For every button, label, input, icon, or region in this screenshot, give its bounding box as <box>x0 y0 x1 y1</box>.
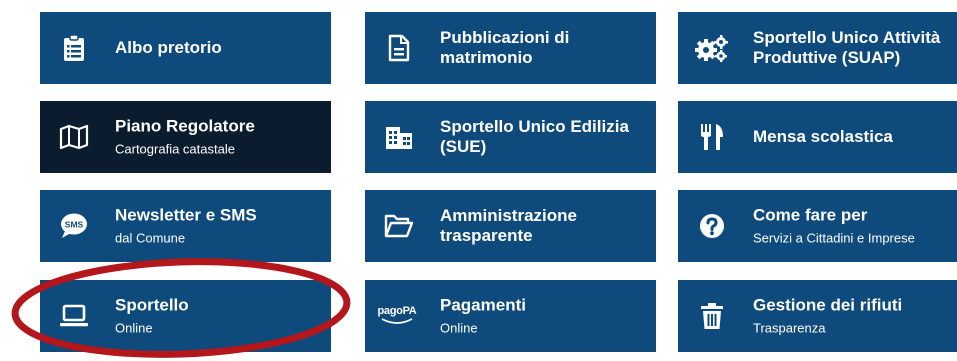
tile-title: Mensa scolastica <box>753 127 893 146</box>
tile-albo-pretorio[interactable]: Albo pretorio <box>40 12 331 84</box>
buildings-icon <box>381 119 417 155</box>
tile-come-fare-per[interactable]: Come fare per Servizi a Cittadini e Impr… <box>678 190 957 262</box>
tile-text: Piano Regolatore Cartografia catastale <box>115 117 321 158</box>
pagopa-logo-text: pagoPA <box>377 305 417 317</box>
tile-sportello-online[interactable]: Sportello Online <box>40 280 331 352</box>
tile-title: Sportello Unico Edilizia (SUE) <box>440 117 629 156</box>
tile-subtitle: dal Comune <box>115 230 186 246</box>
tile-subtitle: Trasparenza <box>753 320 826 336</box>
clipboard-list-icon <box>56 30 92 66</box>
tile-text: Amministrazione trasparente <box>440 206 646 246</box>
tile-suap[interactable]: Sportello Unico Attività Produttive (SUA… <box>678 12 957 84</box>
tile-title: Sportello Unico Attività Produttive (SUA… <box>753 28 941 67</box>
folder-open-icon <box>381 208 417 244</box>
tile-text: Sportello Online <box>115 296 321 337</box>
tile-mensa-scolastica[interactable]: Mensa scolastica <box>678 101 957 173</box>
tile-text: Pagamenti Online <box>440 296 646 337</box>
tile-gestione-rifiuti[interactable]: Gestione dei rifiuti Trasparenza <box>678 280 957 352</box>
question-circle-icon <box>694 208 730 244</box>
tile-text: Sportello Unico Attività Produttive (SUA… <box>753 28 957 68</box>
tile-piano-regolatore[interactable]: Piano Regolatore Cartografia catastale <box>40 101 331 173</box>
tile-pagamenti-online[interactable]: pagoPA Pagamenti Online <box>365 280 656 352</box>
pagopa-icon: pagoPA <box>375 298 419 334</box>
tile-text: Albo pretorio <box>115 38 321 58</box>
tile-title: Pubblicazioni di matrimonio <box>440 28 570 67</box>
tile-text: Newsletter e SMS dal Comune <box>115 206 321 247</box>
map-icon <box>56 119 92 155</box>
tile-text: Pubblicazioni di matrimonio <box>440 28 646 68</box>
laptop-icon <box>56 298 92 334</box>
tile-title: Amministrazione trasparente <box>440 206 577 245</box>
svg-text:SMS: SMS <box>65 220 84 230</box>
tile-newsletter-sms[interactable]: SMS Newsletter e SMS dal Comune <box>40 190 331 262</box>
tile-sue[interactable]: Sportello Unico Edilizia (SUE) <box>365 101 656 173</box>
tile-title: Piano Regolatore <box>115 116 255 136</box>
fork-knife-icon <box>694 119 730 155</box>
tile-title: Newsletter e SMS <box>115 205 257 225</box>
tile-subtitle: Online <box>115 320 153 336</box>
sms-bubble-icon: SMS <box>56 208 92 244</box>
document-icon <box>381 30 417 66</box>
tile-subtitle: Online <box>440 320 478 336</box>
tile-text: Come fare per Servizi a Cittadini e Impr… <box>753 206 957 247</box>
gears-icon <box>694 30 730 66</box>
tile-title: Pagamenti <box>440 295 526 315</box>
tile-subtitle: Cartografia catastale <box>115 141 235 157</box>
tile-text: Sportello Unico Edilizia (SUE) <box>440 117 646 157</box>
tile-title: Albo pretorio <box>115 38 222 57</box>
tile-text: Gestione dei rifiuti Trasparenza <box>753 296 957 337</box>
trash-icon <box>694 298 730 334</box>
tile-amministrazione-trasparente[interactable]: Amministrazione trasparente <box>365 190 656 262</box>
tile-subtitle: Servizi a Cittadini e Imprese <box>753 230 915 246</box>
tile-title: Gestione dei rifiuti <box>753 295 903 315</box>
tile-text: Mensa scolastica <box>753 127 957 147</box>
tile-title: Come fare per <box>753 205 868 225</box>
tile-pubblicazioni-matrimonio[interactable]: Pubblicazioni di matrimonio <box>365 12 656 84</box>
tile-title: Sportello <box>115 295 189 315</box>
